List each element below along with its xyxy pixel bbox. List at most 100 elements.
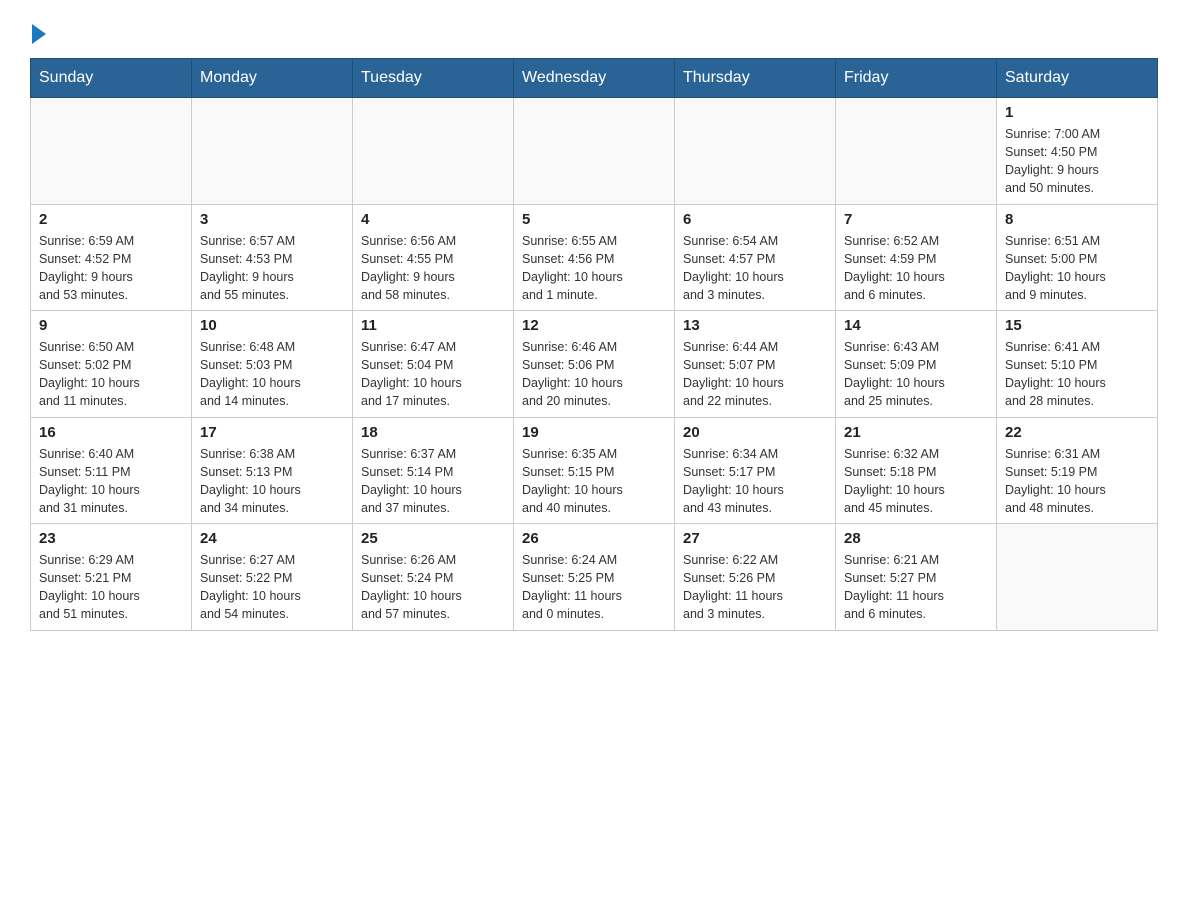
- day-info: Sunrise: 6:26 AMSunset: 5:24 PMDaylight:…: [361, 551, 505, 624]
- day-info: Sunrise: 6:35 AMSunset: 5:15 PMDaylight:…: [522, 445, 666, 518]
- day-info: Sunrise: 6:54 AMSunset: 4:57 PMDaylight:…: [683, 232, 827, 305]
- calendar-cell: [836, 98, 997, 205]
- weekday-header-friday: Friday: [836, 59, 997, 98]
- calendar-cell: 15Sunrise: 6:41 AMSunset: 5:10 PMDayligh…: [997, 311, 1158, 418]
- day-info: Sunrise: 6:59 AMSunset: 4:52 PMDaylight:…: [39, 232, 183, 305]
- day-number: 23: [39, 530, 183, 547]
- day-number: 18: [361, 424, 505, 441]
- calendar-cell: 21 Sunrise: 6:32 AMSunset: 5:18 PMDayligh…: [836, 417, 997, 524]
- calendar-cell: 9Sunrise: 6:50 AMSunset: 5:02 PMDaylight…: [31, 311, 192, 418]
- calendar-cell: 8Sunrise: 6:51 AMSunset: 5:00 PMDaylight…: [997, 204, 1158, 311]
- day-number: 22: [1005, 424, 1149, 441]
- day-info: Sunrise: 6:56 AMSunset: 4:55 PMDaylight:…: [361, 232, 505, 305]
- day-number: 20: [683, 424, 827, 441]
- calendar-week-3: 9Sunrise: 6:50 AMSunset: 5:02 PMDaylight…: [31, 311, 1158, 418]
- day-number: 19: [522, 424, 666, 441]
- logo-top: [30, 24, 46, 42]
- calendar-cell: 5 Sunrise: 6:55 AMSunset: 4:56 PMDaylight…: [514, 204, 675, 311]
- calendar-cell: 10 Sunrise: 6:48 AMSunset: 5:03 PMDayligh…: [192, 311, 353, 418]
- day-number: 15: [1005, 317, 1149, 334]
- day-info: Sunrise: 6:44 AMSunset: 5:07 PMDaylight:…: [683, 338, 827, 411]
- day-number: 1: [1005, 104, 1149, 121]
- calendar-cell: 1 Sunrise: 7:00 AMSunset: 4:50 PMDaylight…: [997, 98, 1158, 205]
- calendar-cell: 18 Sunrise: 6:37 AMSunset: 5:14 PMDayligh…: [353, 417, 514, 524]
- day-info: Sunrise: 6:22 AMSunset: 5:26 PMDaylight:…: [683, 551, 827, 624]
- calendar-cell: 7 Sunrise: 6:52 AMSunset: 4:59 PMDaylight…: [836, 204, 997, 311]
- day-number: 21: [844, 424, 988, 441]
- day-number: 6: [683, 211, 827, 228]
- calendar-cell: 26 Sunrise: 6:24 AMSunset: 5:25 PMDayligh…: [514, 524, 675, 631]
- day-number: 7: [844, 211, 988, 228]
- day-info: Sunrise: 6:40 AMSunset: 5:11 PMDaylight:…: [39, 445, 183, 518]
- day-number: 26: [522, 530, 666, 547]
- day-number: 27: [683, 530, 827, 547]
- calendar-week-5: 23 Sunrise: 6:29 AMSunset: 5:21 PMDayligh…: [31, 524, 1158, 631]
- day-info: Sunrise: 6:50 AMSunset: 5:02 PMDaylight:…: [39, 338, 183, 411]
- calendar-week-1: 1 Sunrise: 7:00 AMSunset: 4:50 PMDaylight…: [31, 98, 1158, 205]
- day-info: Sunrise: 6:32 AMSunset: 5:18 PMDaylight:…: [844, 445, 988, 518]
- calendar-cell: 19 Sunrise: 6:35 AMSunset: 5:15 PMDayligh…: [514, 417, 675, 524]
- calendar-cell: 25 Sunrise: 6:26 AMSunset: 5:24 PMDayligh…: [353, 524, 514, 631]
- day-number: 10: [200, 317, 344, 334]
- day-info: Sunrise: 6:47 AMSunset: 5:04 PMDaylight:…: [361, 338, 505, 411]
- calendar-cell: 14 Sunrise: 6:43 AMSunset: 5:09 PMDayligh…: [836, 311, 997, 418]
- logo: [30, 24, 46, 38]
- calendar-cell: [192, 98, 353, 205]
- day-info: Sunrise: 6:43 AMSunset: 5:09 PMDaylight:…: [844, 338, 988, 411]
- calendar-cell: [675, 98, 836, 205]
- day-number: 17: [200, 424, 344, 441]
- weekday-header-monday: Monday: [192, 59, 353, 98]
- day-number: 16: [39, 424, 183, 441]
- calendar-table: SundayMondayTuesdayWednesdayThursdayFrid…: [30, 58, 1158, 631]
- calendar-cell: 3 Sunrise: 6:57 AMSunset: 4:53 PMDaylight…: [192, 204, 353, 311]
- calendar-cell: 23 Sunrise: 6:29 AMSunset: 5:21 PMDayligh…: [31, 524, 192, 631]
- day-number: 13: [683, 317, 827, 334]
- page-header: [30, 24, 1158, 38]
- day-info: Sunrise: 6:37 AMSunset: 5:14 PMDaylight:…: [361, 445, 505, 518]
- calendar-cell: 11 Sunrise: 6:47 AMSunset: 5:04 PMDayligh…: [353, 311, 514, 418]
- weekday-header-sunday: Sunday: [31, 59, 192, 98]
- calendar-cell: 22 Sunrise: 6:31 AMSunset: 5:19 PMDayligh…: [997, 417, 1158, 524]
- day-info: Sunrise: 6:46 AMSunset: 5:06 PMDaylight:…: [522, 338, 666, 411]
- weekday-header-row: SundayMondayTuesdayWednesdayThursdayFrid…: [31, 59, 1158, 98]
- calendar-week-4: 16 Sunrise: 6:40 AMSunset: 5:11 PMDayligh…: [31, 417, 1158, 524]
- day-info: Sunrise: 6:57 AMSunset: 4:53 PMDaylight:…: [200, 232, 344, 305]
- day-info: Sunrise: 6:55 AMSunset: 4:56 PMDaylight:…: [522, 232, 666, 305]
- calendar-cell: 24 Sunrise: 6:27 AMSunset: 5:22 PMDayligh…: [192, 524, 353, 631]
- day-info: Sunrise: 6:31 AMSunset: 5:19 PMDaylight:…: [1005, 445, 1149, 518]
- calendar-week-2: 2 Sunrise: 6:59 AMSunset: 4:52 PMDaylight…: [31, 204, 1158, 311]
- calendar-cell: 13 Sunrise: 6:44 AMSunset: 5:07 PMDayligh…: [675, 311, 836, 418]
- day-number: 11: [361, 317, 505, 334]
- calendar-cell: 27 Sunrise: 6:22 AMSunset: 5:26 PMDayligh…: [675, 524, 836, 631]
- day-info: Sunrise: 6:48 AMSunset: 5:03 PMDaylight:…: [200, 338, 344, 411]
- day-info: Sunrise: 7:00 AMSunset: 4:50 PMDaylight:…: [1005, 125, 1149, 198]
- day-number: 3: [200, 211, 344, 228]
- day-number: 4: [361, 211, 505, 228]
- day-number: 2: [39, 211, 183, 228]
- day-number: 25: [361, 530, 505, 547]
- logo-arrow-icon: [32, 24, 46, 44]
- calendar-cell: 20Sunrise: 6:34 AMSunset: 5:17 PMDayligh…: [675, 417, 836, 524]
- calendar-cell: 12Sunrise: 6:46 AMSunset: 5:06 PMDayligh…: [514, 311, 675, 418]
- calendar-cell: 28Sunrise: 6:21 AMSunset: 5:27 PMDayligh…: [836, 524, 997, 631]
- calendar-cell: 2 Sunrise: 6:59 AMSunset: 4:52 PMDaylight…: [31, 204, 192, 311]
- day-number: 5: [522, 211, 666, 228]
- weekday-header-wednesday: Wednesday: [514, 59, 675, 98]
- day-info: Sunrise: 6:27 AMSunset: 5:22 PMDaylight:…: [200, 551, 344, 624]
- weekday-header-thursday: Thursday: [675, 59, 836, 98]
- calendar-cell: [31, 98, 192, 205]
- day-info: Sunrise: 6:29 AMSunset: 5:21 PMDaylight:…: [39, 551, 183, 624]
- day-number: 28: [844, 530, 988, 547]
- calendar-cell: 4 Sunrise: 6:56 AMSunset: 4:55 PMDaylight…: [353, 204, 514, 311]
- day-info: Sunrise: 6:51 AMSunset: 5:00 PMDaylight:…: [1005, 232, 1149, 305]
- calendar-cell: [514, 98, 675, 205]
- day-info: Sunrise: 6:24 AMSunset: 5:25 PMDaylight:…: [522, 551, 666, 624]
- calendar-cell: 16 Sunrise: 6:40 AMSunset: 5:11 PMDayligh…: [31, 417, 192, 524]
- weekday-header-tuesday: Tuesday: [353, 59, 514, 98]
- day-info: Sunrise: 6:38 AMSunset: 5:13 PMDaylight:…: [200, 445, 344, 518]
- calendar-cell: 6 Sunrise: 6:54 AMSunset: 4:57 PMDaylight…: [675, 204, 836, 311]
- day-number: 24: [200, 530, 344, 547]
- day-number: 14: [844, 317, 988, 334]
- calendar-cell: [997, 524, 1158, 631]
- day-info: Sunrise: 6:52 AMSunset: 4:59 PMDaylight:…: [844, 232, 988, 305]
